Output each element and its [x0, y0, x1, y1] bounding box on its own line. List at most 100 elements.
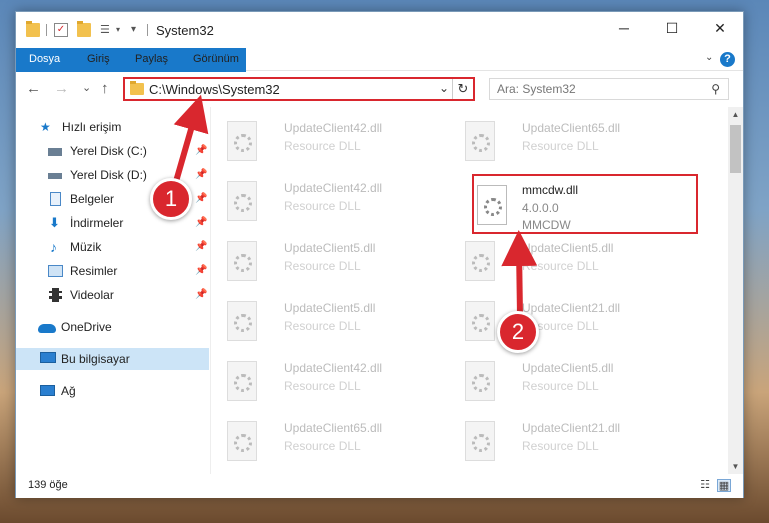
dll-file-icon — [227, 361, 257, 401]
pin-icon[interactable]: 📌 — [195, 212, 207, 234]
file-description: Resource DLL — [284, 439, 361, 453]
up-button[interactable]: ↑ — [101, 80, 109, 97]
sidebar-item-music[interactable]: ♪ Müzik 📌 — [16, 236, 209, 258]
tab-view[interactable]: Görünüm — [181, 48, 251, 71]
status-bar: 139 öğe ☷ ▦ — [16, 474, 743, 498]
file-item[interactable]: UpdateClient5.dll Resource DLL — [212, 295, 442, 347]
forward-button[interactable]: → — [54, 80, 69, 97]
pin-icon[interactable]: 📌 — [195, 284, 207, 306]
sidebar-item-onedrive[interactable]: OneDrive — [16, 316, 209, 338]
file-item[interactable]: UpdateClient5.dll Resource DLL — [450, 355, 680, 407]
file-description: Resource DLL — [284, 199, 361, 213]
highlight-box — [472, 174, 698, 234]
file-item[interactable]: UpdateClient5.dll Resource DLL — [450, 235, 680, 287]
callout-badge-1: 1 — [150, 178, 192, 220]
sidebar-item-label: Ağ — [61, 384, 76, 398]
sidebar-item-label: Yerel Disk (C:) — [70, 144, 147, 158]
new-folder-icon[interactable] — [77, 21, 91, 37]
search-icon[interactable]: ⚲ — [711, 82, 720, 96]
sidebar-item-network[interactable]: Ağ — [16, 380, 209, 402]
close-button[interactable]: ✕ — [697, 12, 743, 44]
rename-icon[interactable]: ☰ — [100, 23, 114, 37]
star-icon: ★ — [40, 120, 51, 134]
vertical-scrollbar[interactable]: ▲ ▼ — [728, 107, 743, 474]
network-icon — [40, 385, 55, 396]
address-bar[interactable]: C:\Windows\System32 ⌄ ↻ — [123, 77, 475, 101]
title-bar: ✓ ☰ ▾ ▾ System32 ─ ☐ ✕ — [16, 12, 743, 48]
sidebar-item-this-pc[interactable]: Bu bilgisayar — [16, 348, 209, 370]
file-description: Resource DLL — [284, 139, 361, 153]
search-placeholder: Ara: System32 — [497, 82, 576, 96]
pin-icon[interactable]: 📌 — [195, 260, 207, 282]
drive-icon — [48, 173, 62, 179]
sidebar-item-pictures[interactable]: Resimler 📌 — [16, 260, 209, 282]
sidebar-item-videos[interactable]: Videolar 📌 — [16, 284, 209, 306]
sidebar-item-label: Yerel Disk (D:) — [70, 168, 147, 182]
scroll-up-icon[interactable]: ▲ — [728, 107, 743, 122]
sidebar-item-label: Belgeler — [70, 192, 115, 206]
pictures-icon — [48, 265, 63, 277]
file-name: UpdateClient5.dll — [522, 241, 614, 255]
file-name: UpdateClient65.dll — [284, 421, 383, 435]
video-icon — [49, 288, 62, 302]
file-item[interactable]: UpdateClient5.dll Resource DLL — [212, 235, 442, 287]
cloud-icon — [38, 324, 56, 333]
tab-share[interactable]: Paylaş — [123, 48, 180, 71]
file-name: UpdateClient42.dll — [284, 121, 383, 135]
file-item[interactable]: UpdateClient21.dll Resource DLL — [450, 415, 680, 467]
divider — [46, 24, 47, 36]
sidebar-item-label: Resimler — [70, 264, 118, 278]
minimize-button[interactable]: ─ — [601, 12, 647, 44]
recent-locations-button[interactable]: ⌄ — [82, 81, 91, 94]
sidebar-item-label: Hızlı erişim — [62, 120, 122, 134]
document-icon — [50, 192, 61, 206]
file-item[interactable]: UpdateClient21.dll Resource DLL — [450, 295, 680, 347]
file-item[interactable]: UpdateClient65.dll Resource DLL — [450, 115, 680, 167]
pin-icon[interactable]: 📌 — [195, 164, 207, 186]
back-button[interactable]: ← — [26, 80, 41, 97]
refresh-button[interactable]: ↻ — [452, 79, 473, 99]
address-path[interactable]: C:\Windows\System32 — [149, 82, 280, 97]
dll-file-icon — [465, 361, 495, 401]
dll-file-icon — [465, 121, 495, 161]
computer-icon — [40, 352, 56, 363]
file-description: Resource DLL — [522, 259, 599, 273]
file-name: UpdateClient42.dll — [284, 361, 383, 375]
file-item[interactable]: UpdateClient42.dll Resource DLL — [212, 115, 442, 167]
folder-icon — [130, 81, 144, 95]
window-title: System32 — [156, 23, 214, 38]
dll-file-icon — [465, 421, 495, 461]
search-input[interactable]: Ara: System32 ⚲ — [489, 78, 729, 100]
sidebar-item-quick-access[interactable]: ★ Hızlı erişim — [16, 116, 209, 138]
pane-splitter[interactable] — [210, 107, 211, 474]
pin-icon[interactable]: 📌 — [195, 236, 207, 258]
file-name: UpdateClient21.dll — [522, 301, 621, 315]
ribbon-tabs: Dosya Giriş Paylaş Görünüm ⌄ ? — [16, 48, 743, 100]
ribbon-expand-icon[interactable]: ⌄ — [705, 52, 713, 63]
sidebar-item-local-disk-c[interactable]: Yerel Disk (C:) 📌 — [16, 140, 209, 162]
maximize-button[interactable]: ☐ — [649, 12, 695, 44]
address-dropdown-icon[interactable]: ⌄ — [439, 81, 449, 95]
divider — [147, 24, 148, 36]
file-description: Resource DLL — [522, 379, 599, 393]
navigation-bar: ← → ⌄ ↑ C:\Windows\System32 ⌄ ↻ Ara: Sys… — [16, 72, 743, 106]
scroll-down-icon[interactable]: ▼ — [728, 459, 743, 474]
file-item[interactable]: UpdateClient65.dll Resource DLL — [212, 415, 442, 467]
pin-icon[interactable]: 📌 — [195, 140, 207, 162]
pin-icon[interactable]: 📌 — [195, 188, 207, 210]
help-icon[interactable]: ? — [720, 52, 735, 67]
file-item[interactable]: UpdateClient42.dll Resource DLL — [212, 175, 442, 227]
sidebar-item-label: İndirmeler — [70, 216, 124, 230]
file-name: UpdateClient21.dll — [522, 421, 621, 435]
details-view-icon[interactable]: ☷ — [698, 479, 712, 492]
properties-icon[interactable]: ✓ — [54, 23, 68, 37]
file-description: Resource DLL — [284, 259, 361, 273]
tab-home[interactable]: Giriş — [75, 48, 122, 71]
file-item[interactable]: UpdateClient42.dll Resource DLL — [212, 355, 442, 407]
sidebar-item-label: Bu bilgisayar — [61, 352, 130, 366]
dll-file-icon — [227, 421, 257, 461]
scroll-thumb[interactable] — [730, 125, 741, 173]
customize-quick-access-icon[interactable]: ▾ — [131, 23, 145, 37]
chevron-down-icon[interactable]: ▾ — [116, 23, 130, 37]
tiles-view-icon[interactable]: ▦ — [717, 479, 731, 492]
